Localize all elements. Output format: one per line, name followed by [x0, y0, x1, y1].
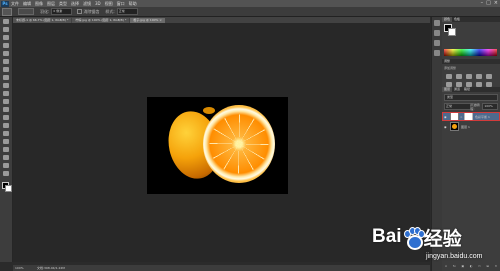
blur-tool-icon[interactable] [3, 115, 9, 120]
new-layer-icon[interactable]: ⊞ [487, 264, 490, 269]
lasso-tool-icon[interactable] [3, 35, 9, 40]
menu-bar: Ps 文件 编辑 图像 图层 类型 选择 滤镜 3D 视图 窗口 帮助 – □ … [0, 0, 500, 7]
layer-filter-select[interactable]: 类型 [444, 94, 498, 101]
trash-icon[interactable]: ✕ [495, 264, 498, 269]
pen-tool-icon[interactable] [3, 131, 9, 136]
canvas-workspace[interactable] [13, 23, 430, 262]
menu-layer[interactable]: 图层 [47, 1, 55, 7]
layer-controls: 正常 不透明度: 100% [444, 103, 498, 111]
menu-window[interactable]: 窗口 [117, 1, 125, 7]
layer-name[interactable]: 图层 1 [461, 125, 470, 129]
layer-row-layer-1[interactable]: ◉ 图层 1 [442, 122, 500, 131]
menu-image[interactable]: 图像 [35, 1, 43, 7]
zoom-tool-icon[interactable] [3, 171, 9, 176]
blend-mode-select[interactable]: 正常 [444, 103, 471, 110]
curves-icon[interactable] [466, 74, 472, 79]
mask-icon[interactable]: ▣ [461, 264, 464, 269]
background-color-swatch[interactable] [5, 185, 12, 192]
color-spectrum[interactable] [444, 49, 497, 56]
visibility-eye-icon[interactable]: ◉ [444, 125, 448, 129]
levels-icon[interactable] [456, 74, 462, 79]
paragraph-icon[interactable] [434, 40, 440, 46]
style-select[interactable]: 正常 [116, 8, 138, 15]
minimize-button[interactable]: – [481, 0, 484, 6]
menu-type[interactable]: 类型 [59, 1, 67, 7]
right-panels: 颜色 色板 调整 添加调整 图层 通道 路径 类型 正常 不透明度: 100% [442, 17, 500, 271]
layers-bottom-bar: ∞ fx ▣ ◐ ▭ ⊞ ✕ [442, 264, 500, 269]
move-tool-icon[interactable] [3, 19, 9, 24]
link-icon[interactable]: ∞ [445, 264, 448, 269]
color-panel [442, 22, 500, 59]
panel-background-swatch[interactable] [448, 28, 456, 36]
link-chain-icon[interactable]: ∞ [460, 115, 463, 119]
photoshop-logo: Ps [1, 0, 9, 7]
options-bar: 羽化: 0 像素 消除锯齿 样式: 正常 [0, 7, 500, 17]
window-controls: – □ × [481, 0, 498, 6]
layers-panel-tabs: 图层 通道 路径 [442, 87, 500, 92]
hand-tool-icon[interactable] [3, 163, 9, 168]
visibility-eye-icon[interactable]: ◉ [444, 115, 448, 119]
tool-preset-picker[interactable] [2, 7, 12, 16]
lemon-tip-image [203, 107, 215, 114]
fx-icon[interactable]: fx [453, 264, 456, 269]
eyedropper-tool-icon[interactable] [3, 59, 9, 64]
opacity-label: 不透明度: [470, 103, 480, 111]
feather-input[interactable]: 0 像素 [51, 8, 73, 15]
antialias-checkbox[interactable] [77, 9, 83, 14]
document-canvas[interactable] [147, 97, 288, 194]
menu-file[interactable]: 文件 [11, 1, 19, 7]
adjustment-thumbnail [450, 112, 459, 121]
menu-help[interactable]: 帮助 [129, 1, 137, 7]
history-icon[interactable] [434, 20, 440, 26]
brush-tool-icon[interactable] [3, 75, 9, 80]
document-info[interactable]: 文档:398.4K/1.22M [37, 265, 65, 271]
vibrance-icon[interactable] [486, 74, 492, 79]
tab-paths[interactable]: 路径 [462, 87, 472, 92]
opacity-input[interactable]: 100% [482, 103, 498, 110]
adjustments-title: 添加调整 [444, 66, 457, 70]
maximize-button[interactable]: □ [486, 0, 491, 6]
close-button[interactable]: × [494, 0, 498, 6]
layer-name[interactable]: 色彩平衡 1 [475, 115, 490, 119]
status-bar: 100% 文档:398.4K/1.22M [13, 265, 430, 271]
history-brush-tool-icon[interactable] [3, 91, 9, 96]
quick-select-tool-icon[interactable] [3, 43, 9, 48]
layer-mask-thumbnail[interactable] [464, 112, 473, 121]
exposure-icon[interactable] [476, 74, 482, 79]
healing-brush-tool-icon[interactable] [3, 67, 9, 72]
tools-panel [0, 17, 13, 262]
menu-3d[interactable]: 3D [95, 1, 101, 6]
adjustment-icon[interactable]: ◐ [470, 264, 473, 269]
marquee-tool-icon[interactable] [3, 27, 9, 32]
properties-icon[interactable] [434, 30, 440, 36]
zoom-level[interactable]: 100% [15, 265, 24, 271]
layers-panel: 图层 通道 路径 类型 正常 不透明度: 100% ◉ ∞ 色彩平衡 1 ◉ 图… [442, 87, 500, 271]
menu-view[interactable]: 视图 [105, 1, 113, 7]
selection-mode-buttons[interactable] [18, 8, 34, 15]
menu-select[interactable]: 选择 [71, 1, 79, 7]
antialias-label: 消除锯齿 [83, 8, 100, 14]
character-icon[interactable] [434, 50, 440, 56]
tab-channels[interactable]: 通道 [452, 87, 462, 92]
clone-stamp-tool-icon[interactable] [3, 83, 9, 88]
type-tool-icon[interactable] [3, 139, 9, 144]
feather-label: 羽化: [40, 8, 50, 14]
menu-filter[interactable]: 滤镜 [83, 1, 91, 7]
folder-icon[interactable]: ▭ [478, 264, 481, 269]
orange-segments-image [203, 105, 275, 183]
layer-row-color-balance[interactable]: ◉ ∞ 色彩平衡 1 [442, 112, 500, 121]
style-label: 样式: [105, 8, 115, 14]
tab-layers[interactable]: 图层 [442, 87, 453, 92]
path-select-tool-icon[interactable] [3, 147, 9, 152]
eraser-tool-icon[interactable] [3, 99, 9, 104]
dodge-tool-icon[interactable] [3, 123, 9, 128]
crop-tool-icon[interactable] [3, 51, 9, 56]
gradient-tool-icon[interactable] [3, 107, 9, 112]
menu-edit[interactable]: 编辑 [23, 1, 31, 7]
brightness-icon[interactable] [446, 74, 452, 79]
layer-thumbnail [450, 122, 459, 131]
shape-tool-icon[interactable] [3, 155, 9, 160]
